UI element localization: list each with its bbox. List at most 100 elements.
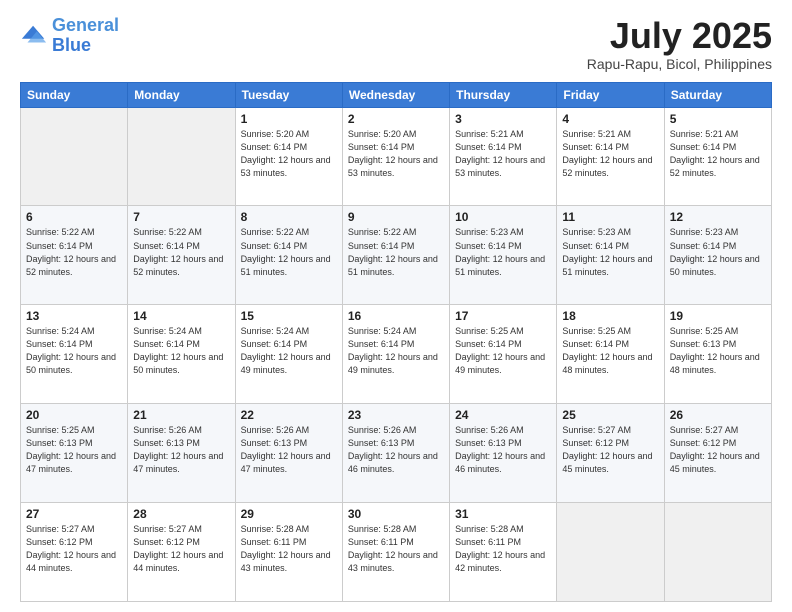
day-info: Sunrise: 5:27 AMSunset: 6:12 PMDaylight:… [562,424,658,476]
day-info: Sunrise: 5:28 AMSunset: 6:11 PMDaylight:… [241,523,337,575]
day-number: 25 [562,408,658,422]
day-number: 16 [348,309,444,323]
calendar-day-cell: 1Sunrise: 5:20 AMSunset: 6:14 PMDaylight… [235,107,342,206]
calendar-day-cell: 8 Sunrise: 5:22 AMSunset: 6:14 PMDaylight… [235,206,342,305]
calendar-day-cell: 26 Sunrise: 5:27 AMSunset: 6:12 PMDayligh… [664,404,771,503]
calendar-header-row: SundayMondayTuesdayWednesdayThursdayFrid… [21,82,772,107]
day-info: Sunrise: 5:21 AMSunset: 6:14 PMDaylight:… [562,128,658,180]
logo-icon [20,22,48,50]
logo-line2: Blue [52,35,91,55]
day-info: Sunrise: 5:26 AMSunset: 6:13 PMDaylight:… [348,424,444,476]
calendar-table: SundayMondayTuesdayWednesdayThursdayFrid… [20,82,772,602]
day-number: 6 [26,210,122,224]
day-number: 27 [26,507,122,521]
calendar-day-cell: 24 Sunrise: 5:26 AMSunset: 6:13 PMDayligh… [450,404,557,503]
logo-text: General Blue [52,16,119,56]
calendar-day-cell [557,503,664,602]
day-number: 23 [348,408,444,422]
calendar-day-cell: 6 Sunrise: 5:22 AMSunset: 6:14 PMDaylight… [21,206,128,305]
day-info: Sunrise: 5:27 AMSunset: 6:12 PMDaylight:… [670,424,766,476]
day-info: Sunrise: 5:25 AMSunset: 6:13 PMDaylight:… [670,325,766,377]
calendar-day-cell: 16 Sunrise: 5:24 AMSunset: 6:14 PMDayligh… [342,305,449,404]
calendar-day-cell: 28 Sunrise: 5:27 AMSunset: 6:12 PMDayligh… [128,503,235,602]
calendar-day-cell: 29 Sunrise: 5:28 AMSunset: 6:11 PMDayligh… [235,503,342,602]
day-info: Sunrise: 5:22 AMSunset: 6:14 PMDaylight:… [241,226,337,278]
calendar-day-cell: 25 Sunrise: 5:27 AMSunset: 6:12 PMDayligh… [557,404,664,503]
weekday-header: Sunday [21,82,128,107]
day-number: 30 [348,507,444,521]
day-number: 17 [455,309,551,323]
day-info: Sunrise: 5:26 AMSunset: 6:13 PMDaylight:… [241,424,337,476]
calendar-day-cell: 4 Sunrise: 5:21 AMSunset: 6:14 PMDaylight… [557,107,664,206]
day-info: Sunrise: 5:25 AMSunset: 6:14 PMDaylight:… [562,325,658,377]
day-number: 24 [455,408,551,422]
day-info: Sunrise: 5:22 AMSunset: 6:14 PMDaylight:… [348,226,444,278]
day-info: Sunrise: 5:28 AMSunset: 6:11 PMDaylight:… [348,523,444,575]
day-number: 4 [562,112,658,126]
day-number: 28 [133,507,229,521]
day-number: 11 [562,210,658,224]
day-number: 15 [241,309,337,323]
weekday-header: Thursday [450,82,557,107]
logo: General Blue [20,16,119,56]
day-number: 5 [670,112,766,126]
location: Rapu-Rapu, Bicol, Philippines [587,56,772,72]
day-number: 9 [348,210,444,224]
calendar-week-row: 6 Sunrise: 5:22 AMSunset: 6:14 PMDaylight… [21,206,772,305]
day-info: Sunrise: 5:22 AMSunset: 6:14 PMDaylight:… [26,226,122,278]
calendar-day-cell: 15Sunrise: 5:24 AMSunset: 6:14 PMDayligh… [235,305,342,404]
calendar-day-cell: 22Sunrise: 5:26 AMSunset: 6:13 PMDayligh… [235,404,342,503]
weekday-header: Saturday [664,82,771,107]
day-info: Sunrise: 5:23 AMSunset: 6:14 PMDaylight:… [670,226,766,278]
calendar-day-cell [21,107,128,206]
calendar-day-cell: 7Sunrise: 5:22 AMSunset: 6:14 PMDaylight… [128,206,235,305]
day-info: Sunrise: 5:24 AMSunset: 6:14 PMDaylight:… [133,325,229,377]
day-info: Sunrise: 5:24 AMSunset: 6:14 PMDaylight:… [348,325,444,377]
calendar-day-cell: 11 Sunrise: 5:23 AMSunset: 6:14 PMDayligh… [557,206,664,305]
calendar-day-cell: 3 Sunrise: 5:21 AMSunset: 6:14 PMDaylight… [450,107,557,206]
day-info: Sunrise: 5:27 AMSunset: 6:12 PMDaylight:… [133,523,229,575]
day-number: 14 [133,309,229,323]
day-info: Sunrise: 5:23 AMSunset: 6:14 PMDaylight:… [455,226,551,278]
day-info: Sunrise: 5:23 AMSunset: 6:14 PMDaylight:… [562,226,658,278]
day-number: 21 [133,408,229,422]
calendar-week-row: 13Sunrise: 5:24 AMSunset: 6:14 PMDayligh… [21,305,772,404]
logo-line1: General [52,15,119,35]
calendar-day-cell [128,107,235,206]
day-number: 20 [26,408,122,422]
day-info: Sunrise: 5:25 AMSunset: 6:14 PMDaylight:… [455,325,551,377]
weekday-header: Tuesday [235,82,342,107]
weekday-header: Monday [128,82,235,107]
day-info: Sunrise: 5:27 AMSunset: 6:12 PMDaylight:… [26,523,122,575]
day-number: 18 [562,309,658,323]
day-info: Sunrise: 5:22 AMSunset: 6:14 PMDaylight:… [133,226,229,278]
day-info: Sunrise: 5:24 AMSunset: 6:14 PMDaylight:… [26,325,122,377]
day-number: 19 [670,309,766,323]
calendar-day-cell: 20 Sunrise: 5:25 AMSunset: 6:13 PMDayligh… [21,404,128,503]
day-number: 2 [348,112,444,126]
calendar-day-cell: 30 Sunrise: 5:28 AMSunset: 6:11 PMDayligh… [342,503,449,602]
calendar-week-row: 1Sunrise: 5:20 AMSunset: 6:14 PMDaylight… [21,107,772,206]
day-number: 3 [455,112,551,126]
calendar-day-cell: 10 Sunrise: 5:23 AMSunset: 6:14 PMDayligh… [450,206,557,305]
calendar-day-cell: 12Sunrise: 5:23 AMSunset: 6:14 PMDayligh… [664,206,771,305]
day-info: Sunrise: 5:25 AMSunset: 6:13 PMDaylight:… [26,424,122,476]
day-number: 8 [241,210,337,224]
day-info: Sunrise: 5:28 AMSunset: 6:11 PMDaylight:… [455,523,551,575]
weekday-header: Friday [557,82,664,107]
day-info: Sunrise: 5:20 AMSunset: 6:14 PMDaylight:… [241,128,337,180]
calendar-week-row: 20 Sunrise: 5:25 AMSunset: 6:13 PMDayligh… [21,404,772,503]
day-number: 31 [455,507,551,521]
header: General Blue July 2025 Rapu-Rapu, Bicol,… [20,16,772,72]
day-info: Sunrise: 5:26 AMSunset: 6:13 PMDaylight:… [133,424,229,476]
calendar-day-cell: 31 Sunrise: 5:28 AMSunset: 6:11 PMDayligh… [450,503,557,602]
calendar-day-cell: 9 Sunrise: 5:22 AMSunset: 6:14 PMDaylight… [342,206,449,305]
month-year: July 2025 [587,16,772,56]
calendar-day-cell: 21 Sunrise: 5:26 AMSunset: 6:13 PMDayligh… [128,404,235,503]
day-info: Sunrise: 5:26 AMSunset: 6:13 PMDaylight:… [455,424,551,476]
day-number: 29 [241,507,337,521]
day-info: Sunrise: 5:21 AMSunset: 6:14 PMDaylight:… [455,128,551,180]
day-number: 26 [670,408,766,422]
day-number: 10 [455,210,551,224]
day-info: Sunrise: 5:20 AMSunset: 6:14 PMDaylight:… [348,128,444,180]
